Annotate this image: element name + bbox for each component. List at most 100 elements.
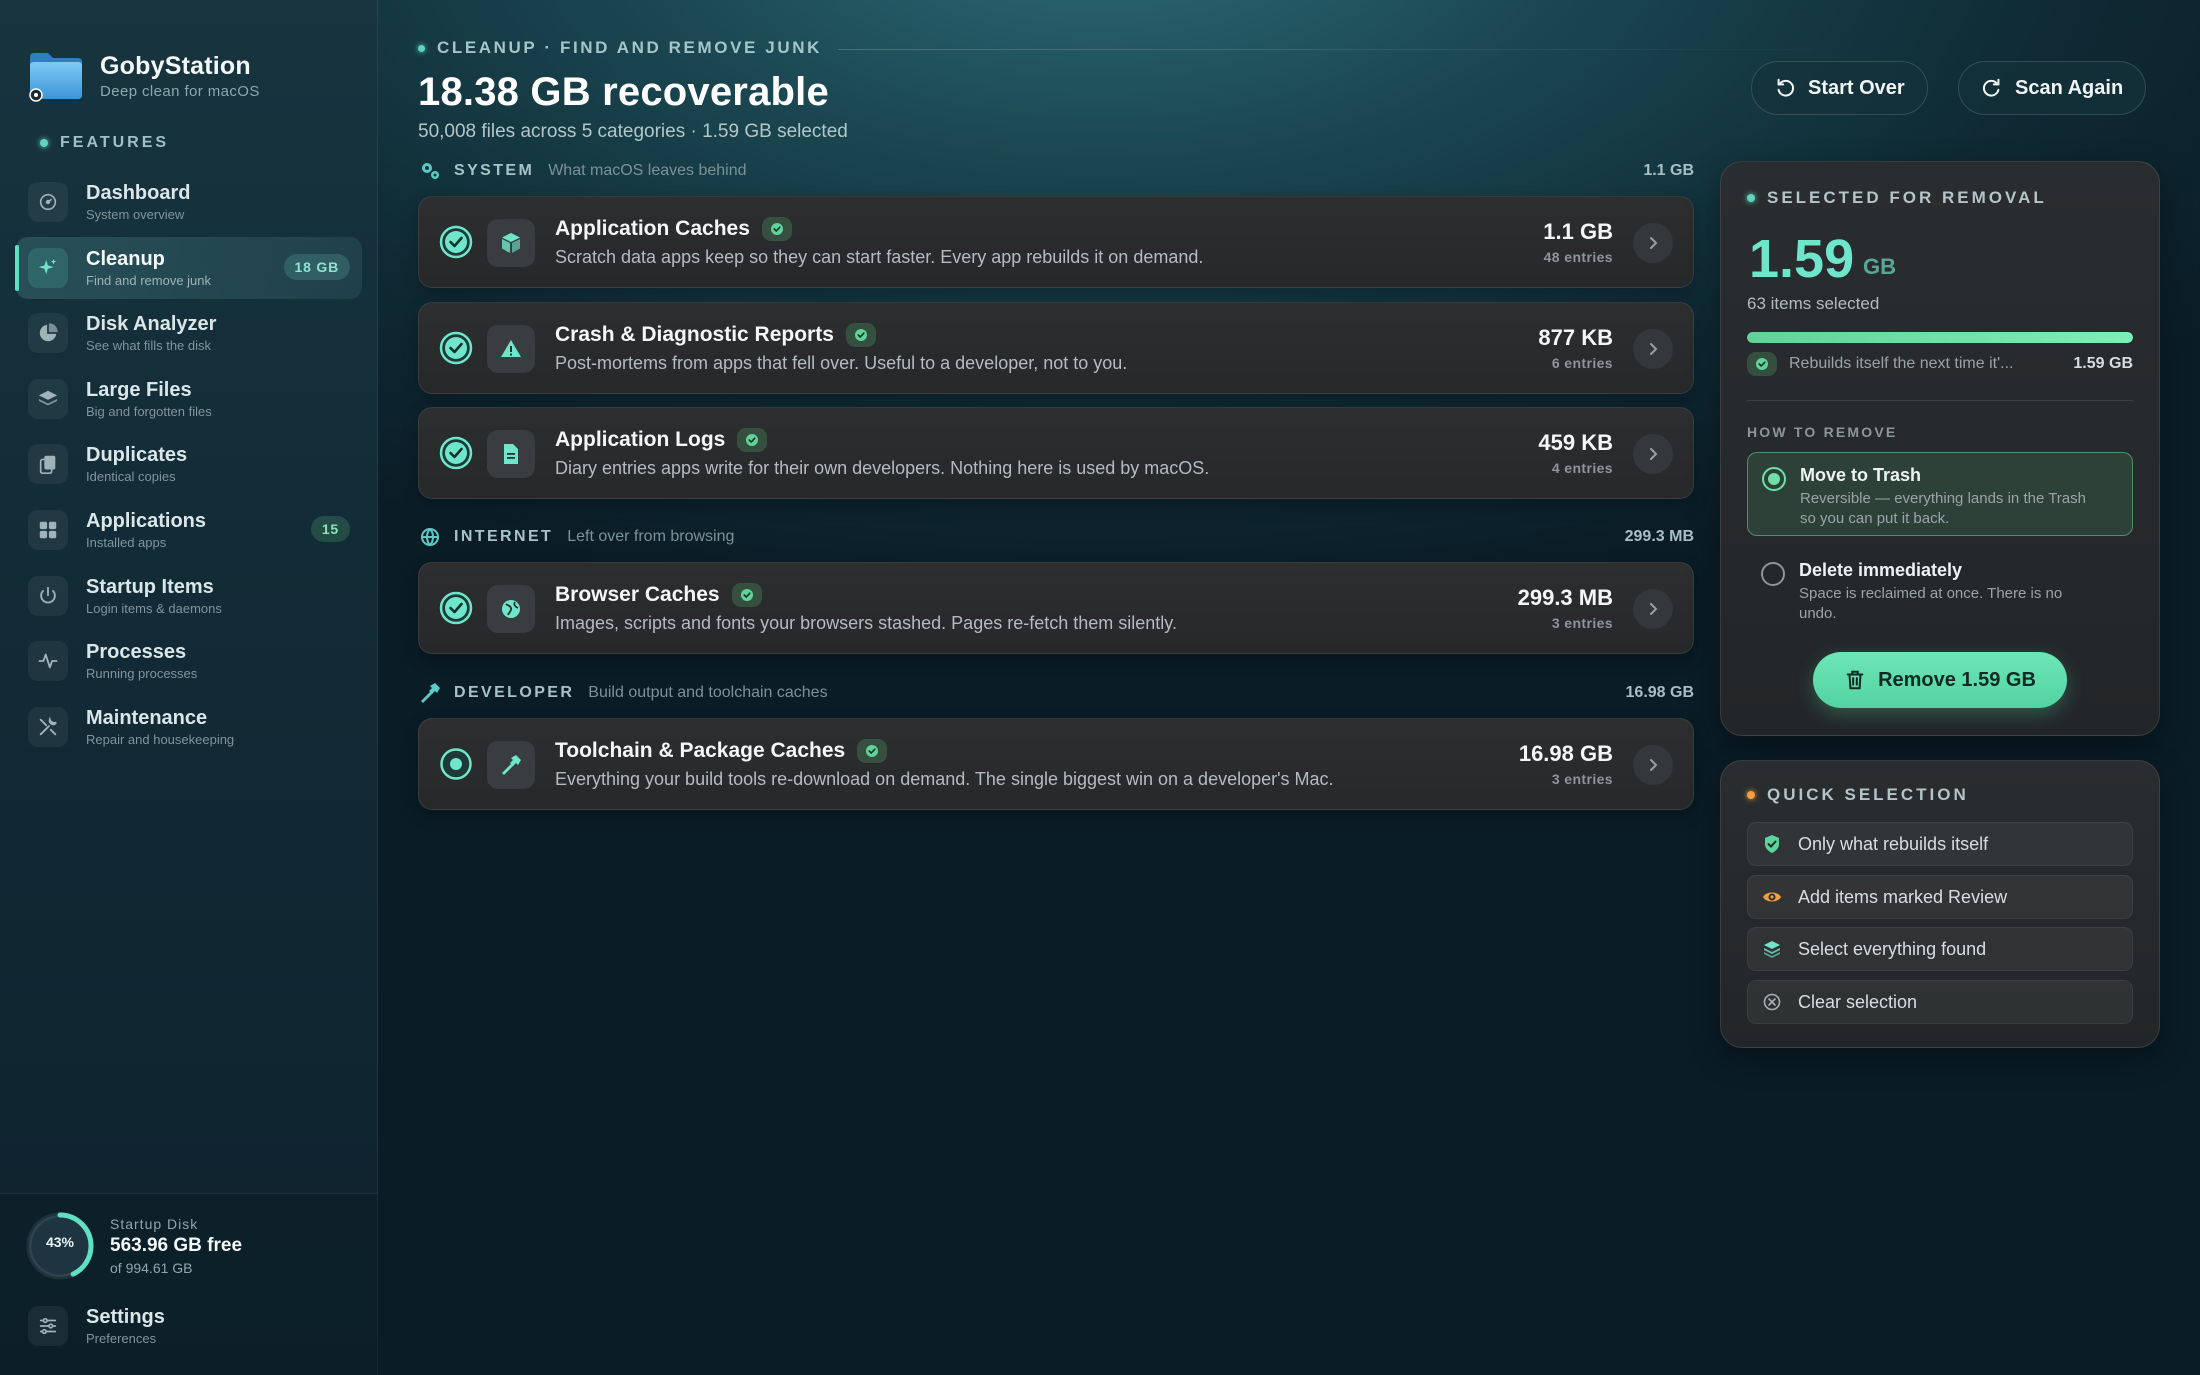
chevron-right-icon[interactable] [1633,745,1673,785]
box-icon [487,219,535,267]
row-entries: 3 entries [1551,615,1613,631]
hammer-icon [421,683,440,703]
shield-check-icon [731,583,762,607]
partial-checkbox[interactable] [439,747,473,781]
option-desc: Reversible — everything lands in the Tra… [1800,490,2086,527]
eyebrow-divider [838,49,1868,50]
progress-legend: Rebuilds itself the next time it'... 1.5… [1747,352,2133,376]
features-label-text: FEATURES [60,134,170,151]
startup-disk-widget[interactable]: 43% Startup Disk 563.96 GB free of 994.6… [24,1210,242,1282]
sidebar-item-settings[interactable]: Settings Preferences [28,1306,165,1346]
scan-again-label: Scan Again [2015,76,2124,99]
radio-selected[interactable] [1762,467,1786,491]
shield-check-icon [845,323,876,347]
row-title: Toolchain & Package Caches [555,739,888,763]
checked-checkbox[interactable] [439,225,473,259]
eyebrow-dot [418,44,425,52]
remove-button[interactable]: Remove 1.59 GB [1813,652,2067,708]
quick-selection-label-text: QUICK SELECTION [1767,785,1969,804]
category-header-internet: INTERNET Left over from browsing 299.3 M… [418,522,1694,552]
row-title-text: Toolchain & Package Caches [555,739,846,762]
sidebar-item-large-files[interactable]: Large Files Big and forgotten files [16,368,362,430]
chevron-right-icon[interactable] [1633,434,1673,474]
checked-checkbox[interactable] [439,436,473,470]
breadcrumb: CLEANUP · FIND AND REMOVE JUNK [418,38,848,58]
shield-check-icon [1765,835,1779,853]
sidebar-item-disk-analyzer[interactable]: Disk Analyzer See what fills the disk [16,302,362,364]
row-description: Scratch data apps keep so they can start… [555,247,1204,267]
start-over-button[interactable]: Start Over [1751,61,1928,115]
cleanup-row-application-caches[interactable]: Application Caches Scratch data apps kee… [418,196,1694,288]
x-circle-icon [1763,993,1781,1011]
quick-select-label: Only what rebuilds itself [1798,833,1989,854]
quick-select-rebuilds[interactable]: Only what rebuilds itself [1747,822,2133,866]
chevron-right-icon[interactable] [1633,223,1673,263]
row-entries: 4 entries [1551,460,1613,476]
quick-select-review[interactable]: Add items marked Review [1747,875,2133,919]
refresh-icon [1982,78,2000,97]
category-desc: Build output and toolchain caches [588,684,828,701]
sidebar-item-cleanup[interactable]: Cleanup Find and remove junk 18 GB [15,236,362,299]
chevron-right-icon[interactable] [1633,589,1673,629]
start-over-label: Start Over [1808,76,1905,99]
option-title: Move to Trash [1800,465,1922,485]
category-desc: Left over from browsing [567,528,735,545]
quick-selection-panel: QUICK SELECTION Only what rebuilds itsel… [1720,760,2160,1048]
selected-unit: GB [1863,254,1896,279]
app-tagline: Deep clean for macOS [100,83,260,100]
sidebar-item-duplicates[interactable]: Duplicates Identical copies [16,433,362,495]
gears-icon [422,163,439,179]
sidebar-item-label: Applications [86,509,207,532]
category-name: SYSTEM [454,162,535,179]
quick-select-clear[interactable]: Clear selection [1747,980,2133,1024]
undo-icon [1777,78,1795,97]
checked-checkbox[interactable] [439,591,473,625]
sidebar-item-dashboard[interactable]: Dashboard System overview [16,171,362,233]
quick-selection-label: QUICK SELECTION [1747,785,1969,805]
radio-unselected[interactable] [1761,562,1785,586]
sidebar-item-sub: Find and remove junk [86,272,212,288]
quick-select-everything[interactable]: Select everything found [1747,927,2133,971]
row-description: Post-mortems from apps that fell over. U… [555,353,1128,373]
page-subtitle: 50,008 files across 5 categories · 1.59 … [418,121,848,142]
option-delete-immediately[interactable]: Delete immediately Space is reclaimed at… [1747,548,2133,632]
sidebar-item-maintenance[interactable]: Maintenance Repair and housekeeping [16,696,362,758]
brand: GobyStation Deep clean for macOS [26,44,260,108]
shield-check-icon [857,739,888,763]
row-title-text: Application Caches [555,217,750,240]
folder-icon [26,47,86,105]
cleanup-row-toolchain-caches[interactable]: Toolchain & Package Caches Everything yo… [418,718,1694,810]
grid-icon [28,509,68,550]
copy-icon [28,444,68,485]
layers-icon [28,378,68,419]
sidebar-item-startup-items[interactable]: Startup Items Login items & daemons [16,565,362,627]
sparkle-icon [28,247,68,288]
sidebar-item-sub: Login items & daemons [86,600,222,616]
option-move-to-trash[interactable]: Move to Trash Reversible — everything la… [1747,452,2133,536]
sidebar-item-label: Startup Items [86,575,214,598]
sidebar-item-applications[interactable]: Applications Installed apps 15 [16,499,362,561]
disk-percent: 43% [45,1234,75,1250]
row-entries: 6 entries [1551,355,1613,371]
row-title: Application Logs [555,428,768,452]
row-title-text: Crash & Diagnostic Reports [555,323,834,346]
shield-check-icon [1747,352,1777,376]
row-entries: 48 entries [1543,249,1613,265]
cleanup-row-crash-reports[interactable]: Crash & Diagnostic Reports Post-mortems … [418,302,1694,394]
chevron-right-icon[interactable] [1633,329,1673,369]
gauge-icon [28,182,68,222]
sidebar-item-processes[interactable]: Processes Running processes [16,630,362,692]
sidebar-item-sub: System overview [86,207,185,222]
trash-icon [1846,670,1864,690]
selected-amount: 1.59 [1749,229,1855,289]
checked-checkbox[interactable] [439,331,473,365]
category-size: 16.98 GB [1625,684,1694,701]
cleanup-row-browser-caches[interactable]: Browser Caches Images, scripts and fonts… [418,562,1694,654]
breadcrumb-text: CLEANUP · FIND AND REMOVE JUNK [437,38,822,57]
scan-again-button[interactable]: Scan Again [1958,61,2147,115]
disk-free: 563.96 GB free [110,1235,243,1256]
cleanup-row-application-logs[interactable]: Application Logs Diary entries apps writ… [418,407,1694,499]
legend-size: 1.59 GB [2073,355,2133,372]
applications-count-badge: 15 [310,515,350,542]
page-header: CLEANUP · FIND AND REMOVE JUNK 18.38 GB … [418,38,1868,143]
